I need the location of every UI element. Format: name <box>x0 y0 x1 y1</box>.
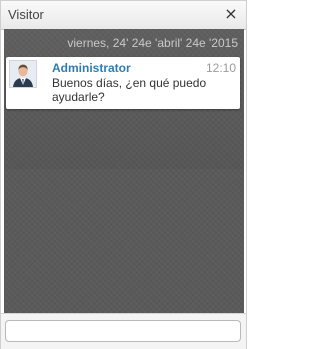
user-avatar-icon <box>9 60 37 88</box>
message-time: 12:10 <box>205 61 236 75</box>
title-bar: Visitor × <box>1 1 246 30</box>
chat-window: Visitor × viernes, 24' 24e 'abril' 24e '… <box>0 0 247 349</box>
message-composer <box>1 313 246 349</box>
message-text: Buenos días, ¿en qué puedo ayudarle? <box>52 76 207 104</box>
avatar-image <box>10 61 36 87</box>
message-input[interactable] <box>5 320 241 342</box>
chat-messages-area[interactable]: viernes, 24' 24e 'abril' 24e '2015 Admin… <box>4 29 244 313</box>
close-icon[interactable]: × <box>224 5 238 23</box>
chat-message: Administrator 12:10 Buenos días, ¿en qué… <box>6 57 240 109</box>
window-title: Visitor <box>8 7 44 22</box>
message-author: Administrator <box>52 61 131 75</box>
date-label: viernes, 24' 24e 'abril' 24e '2015 <box>67 36 238 50</box>
